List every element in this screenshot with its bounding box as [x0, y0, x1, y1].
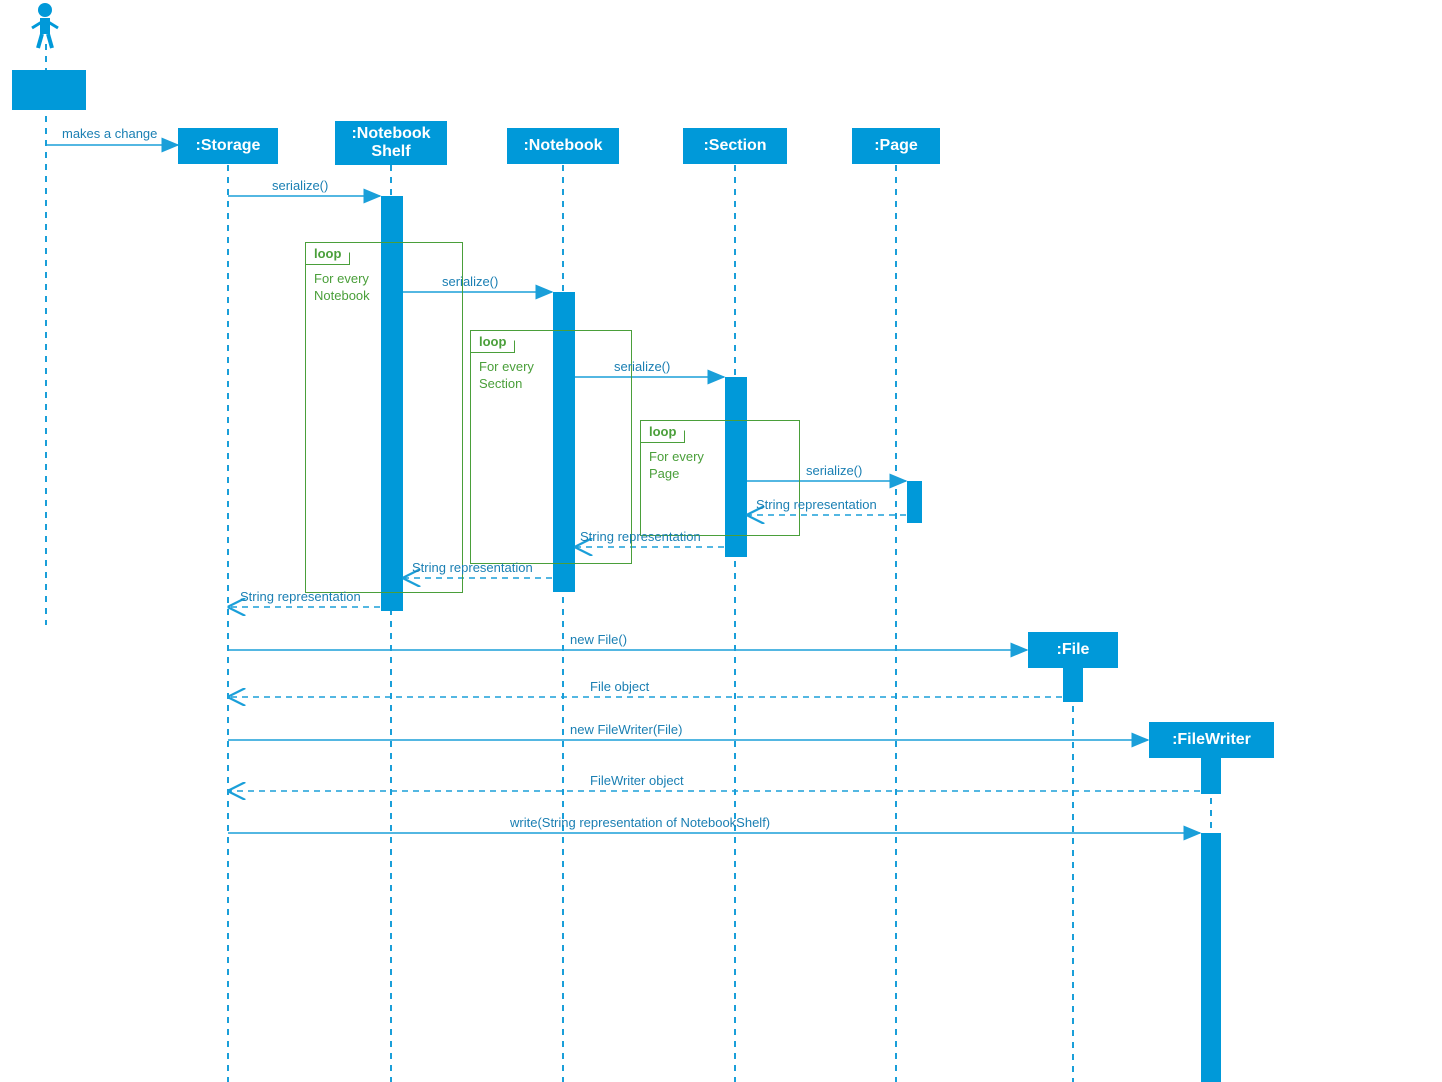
msg-new-file: new File()	[570, 632, 627, 647]
loop-title: loop	[479, 334, 506, 349]
msg-makes-change: makes a change	[62, 126, 157, 141]
label: :Notebook	[523, 137, 602, 155]
actor-icon	[30, 2, 60, 55]
msg-return-2: String representation	[580, 529, 701, 544]
label: :FileWriter	[1172, 731, 1251, 749]
label: :Notebook Shelf	[351, 125, 430, 161]
msg-return-3: String representation	[412, 560, 533, 575]
participant-file: :File	[1028, 632, 1118, 668]
msg-serialize-3: serialize()	[614, 359, 670, 374]
label: :Section	[703, 137, 766, 155]
msg-write: write(String representation of NotebookS…	[510, 815, 770, 830]
loop-frame-page: loop For every Page	[640, 420, 800, 536]
msg-serialize-4: serialize()	[806, 463, 862, 478]
participant-notebookshelf: :Notebook Shelf	[335, 121, 447, 165]
msg-serialize-2: serialize()	[442, 274, 498, 289]
label: :Page	[874, 137, 918, 155]
loop-title: loop	[649, 424, 676, 439]
loop-frame-notebook: loop For every Notebook	[305, 242, 463, 593]
msg-return-4: String representation	[240, 589, 361, 604]
label: :Storage	[196, 137, 261, 155]
msg-file-object: File object	[590, 679, 649, 694]
msg-return-1: String representation	[756, 497, 877, 512]
participant-notebook: :Notebook	[507, 128, 619, 164]
participant-storage: :Storage	[178, 128, 278, 164]
msg-serialize-1: serialize()	[272, 178, 328, 193]
msg-new-filewriter: new FileWriter(File)	[570, 722, 682, 737]
label: :File	[1057, 641, 1090, 659]
msg-fw-object: FileWriter object	[590, 773, 684, 788]
loop-cond: For every Page	[649, 449, 704, 483]
participant-filewriter: :FileWriter	[1149, 722, 1274, 758]
loop-cond: For every Notebook	[314, 271, 370, 305]
participant-page: :Page	[852, 128, 940, 164]
loop-cond: For every Section	[479, 359, 534, 393]
participant-section: :Section	[683, 128, 787, 164]
loop-title: loop	[314, 246, 341, 261]
